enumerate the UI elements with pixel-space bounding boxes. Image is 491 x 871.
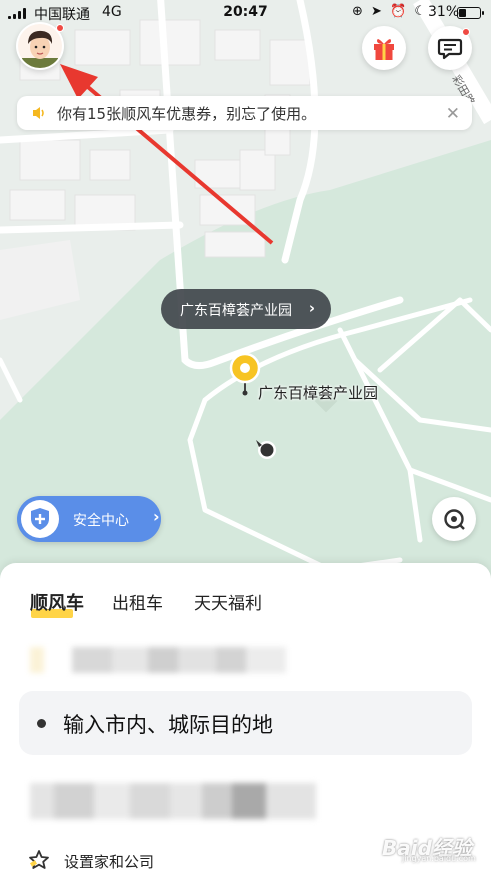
status-icons: ⊕ ➤ ⏰ ☾	[352, 4, 429, 19]
notification-dot	[56, 24, 64, 32]
destination-placeholder: 输入市内、城际目的地	[63, 713, 273, 737]
poi-label: 广东百樟荟产业园	[258, 384, 379, 402]
notification-dot	[462, 28, 470, 36]
star-icon	[29, 850, 49, 869]
user-avatar-button[interactable]	[16, 22, 64, 70]
destination-input[interactable]: 输入市内、城际目的地	[19, 691, 472, 755]
speaker-icon	[33, 107, 44, 119]
blurred-content	[30, 783, 316, 819]
tab-taxi[interactable]: 出租车	[112, 589, 163, 614]
gift-icon	[374, 39, 394, 60]
chevron-right-icon: ›	[308, 299, 315, 317]
pickup-location-label: 广东百樟荟产业园	[180, 303, 292, 319]
status-bar: 中国联通 4G 20:47 ⊕ ➤ ⏰ ☾ 31%	[0, 0, 491, 26]
tab-hitchhike[interactable]: 顺风车	[30, 589, 84, 615]
battery-icon	[457, 7, 484, 19]
set-home-company-row[interactable]: 设置家和公司	[28, 849, 154, 871]
set-home-company-label: 设置家和公司	[64, 853, 155, 871]
baidu-watermark: Baid经验 jingyan.baidu.com	[382, 832, 478, 863]
message-button[interactable]	[428, 26, 472, 70]
close-icon[interactable]: ✕	[446, 104, 460, 124]
coupon-notice-banner[interactable]: 你有15张顺风车优惠券，别忘了使用。 ✕	[17, 96, 472, 130]
locate-icon	[444, 509, 465, 530]
battery-percent: 31%	[428, 4, 460, 20]
destination-dot-icon	[37, 719, 46, 728]
safety-center-button[interactable]: 安全中心 ›	[17, 496, 161, 542]
coupon-notice-text: 你有15张顺风车优惠券，别忘了使用。	[57, 105, 317, 123]
locate-me-button[interactable]	[432, 497, 476, 541]
blurred-content	[30, 647, 286, 673]
watermark-url: jingyan.baidu.com	[402, 854, 476, 863]
gift-button[interactable]	[362, 26, 406, 70]
chevron-right-icon: ›	[153, 507, 160, 526]
tab-daily-welfare[interactable]: 天天福利	[194, 589, 262, 614]
pickup-location-pill[interactable]: 广东百樟荟产业园 ›	[161, 289, 331, 329]
shield-icon	[21, 500, 59, 538]
bottom-sheet: 顺风车 出租车 天天福利 输入市内、城际目的地 设置家和公司	[0, 563, 491, 871]
safety-center-label: 安全中心	[73, 513, 129, 529]
